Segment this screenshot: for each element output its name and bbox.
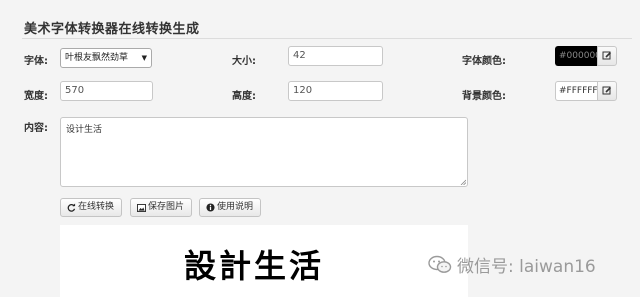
refresh-icon (67, 203, 76, 212)
help-button-label: 使用说明 (217, 202, 254, 212)
content-text: 设计生活 (66, 125, 103, 135)
font-label: 字体: (24, 56, 48, 67)
size-label: 大小: (232, 56, 256, 67)
save-image-button[interactable]: 保存图片 (130, 198, 192, 217)
bg-color-label: 背景颜色: (462, 91, 506, 102)
watermark-text: 微信号: laiwan16 (457, 257, 596, 277)
font-select[interactable]: 叶根友飘然劲草 ▼ (60, 48, 152, 68)
pencil-icon (602, 51, 612, 60)
size-input[interactable]: 42 (288, 46, 383, 66)
font-color-label: 字体颜色: (462, 56, 506, 67)
pencil-icon (602, 86, 612, 95)
convert-button[interactable]: 在线转换 (60, 198, 122, 217)
width-input[interactable]: 570 (60, 81, 153, 101)
chevron-down-icon: ▼ (141, 54, 147, 62)
wechat-icon (428, 255, 452, 273)
preview-text: 設計生活 (184, 247, 325, 285)
bg-color-picker-button[interactable] (597, 81, 617, 101)
title-divider (22, 38, 632, 39)
content-label: 内容: (24, 123, 48, 134)
wechat-watermark: 微信号: laiwan16 (428, 252, 596, 277)
resize-grip-icon[interactable] (460, 179, 466, 185)
height-label: 高度: (232, 91, 256, 102)
width-label: 宽度: (24, 91, 48, 102)
bg-color-input[interactable]: #FFFFFF (555, 81, 598, 101)
convert-button-label: 在线转换 (78, 202, 115, 212)
font-select-value: 叶根友飘然劲草 (65, 53, 129, 63)
font-color-picker-button[interactable] (597, 46, 617, 66)
save-image-button-label: 保存图片 (148, 202, 185, 212)
image-icon (137, 203, 146, 212)
page-title: 美术字体转换器在线转换生成 (24, 22, 200, 37)
content-textarea[interactable]: 设计生活 (60, 117, 468, 187)
preview-canvas: 設計生活 (60, 225, 468, 297)
font-color-input[interactable]: #000000 (555, 46, 601, 66)
info-icon (206, 203, 215, 212)
height-input[interactable]: 120 (288, 81, 383, 101)
help-button[interactable]: 使用说明 (199, 198, 261, 217)
